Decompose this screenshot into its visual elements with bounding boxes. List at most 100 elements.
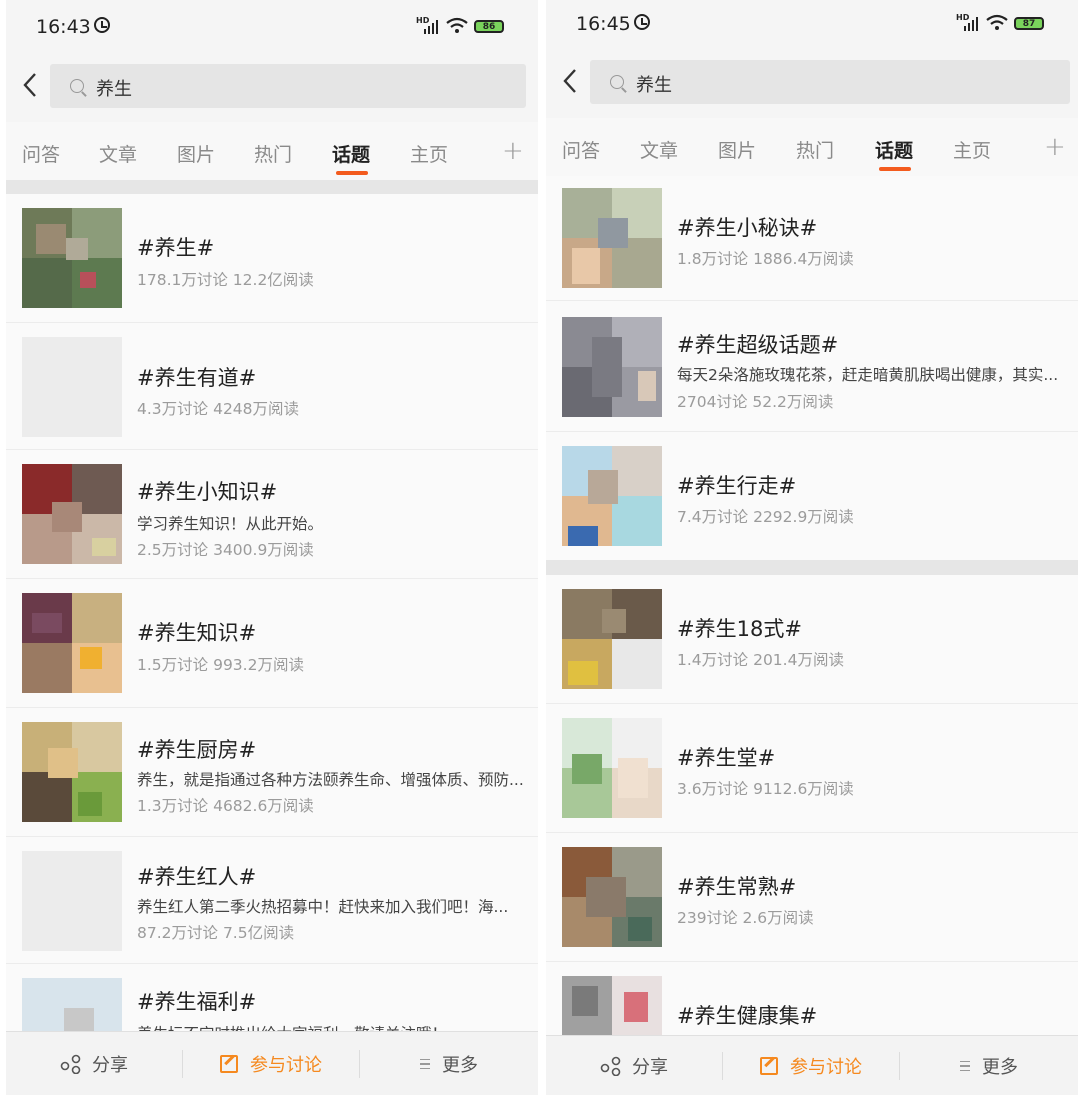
search-query: 养生: [636, 75, 672, 96]
more-label: 更多: [442, 1055, 478, 1076]
share-button[interactable]: 分享: [6, 1032, 182, 1095]
topic-title: #养生超级话题#: [677, 333, 839, 357]
section-divider: [6, 180, 538, 194]
topic-item[interactable]: #养生福利# 养生坛不定时推出给大家福利，敬请关注哦！: [6, 964, 538, 1043]
add-tab-icon[interactable]: +: [502, 136, 524, 166]
add-tab-icon[interactable]: +: [1044, 132, 1066, 162]
topic-item[interactable]: #养生# 178.1万讨论 12.2亿阅读: [6, 194, 538, 322]
topic-title: #养生行走#: [677, 474, 797, 498]
topic-thumbnail: [22, 464, 122, 564]
topic-thumbnail: [22, 851, 122, 951]
topic-stats: 3.6万讨论 9112.6万阅读: [677, 780, 854, 798]
edit-icon: [220, 1055, 238, 1073]
topic-item[interactable]: #养生18式# 1.4万讨论 201.4万阅读: [546, 575, 1078, 703]
search-icon: [70, 79, 84, 93]
topic-title: #养生有道#: [137, 366, 257, 390]
share-button[interactable]: 分享: [546, 1036, 722, 1095]
back-arrow-icon[interactable]: [20, 70, 40, 100]
topic-thumbnail: [562, 589, 662, 689]
tab-hot[interactable]: 热门: [254, 140, 292, 167]
topic-title: #养生健康集#: [677, 1004, 818, 1028]
topic-item[interactable]: #养生堂# 3.6万讨论 9112.6万阅读: [546, 704, 1078, 832]
more-label: 更多: [982, 1057, 1018, 1078]
topic-item[interactable]: #养生厨房# 养生，就是指通过各种方法颐养生命、增强体质、预防... 1.3万讨…: [6, 708, 538, 836]
signal-icon: [424, 20, 438, 34]
topic-item[interactable]: #养生小知识# 学习养生知识！从此开始。 2.5万讨论 3400.9万阅读: [6, 450, 538, 578]
search-header: 养生: [6, 56, 538, 122]
topic-item[interactable]: #养生超级话题# 每天2朵洛施玫瑰花茶，赶走暗黄肌肤喝出健康，其实... 270…: [546, 301, 1078, 431]
topic-thumbnail: [22, 208, 122, 308]
active-tab-indicator: [336, 171, 368, 175]
topic-item[interactable]: #养生健康集#: [546, 962, 1078, 1035]
discuss-label: 参与讨论: [790, 1057, 862, 1078]
bottom-toolbar: 分享 参与讨论 更多: [6, 1031, 538, 1095]
discuss-button[interactable]: 参与讨论: [183, 1032, 359, 1095]
topic-item[interactable]: #养生常熟# 239讨论 2.6万阅读: [546, 833, 1078, 961]
tab-qa[interactable]: 问答: [562, 136, 600, 163]
search-header: 养生: [546, 52, 1078, 118]
topic-item[interactable]: #养生行走# 7.4万讨论 2292.9万阅读: [546, 432, 1078, 560]
tab-topics[interactable]: 话题: [875, 136, 913, 163]
topic-description: 养生红人第二季火热招募中！赶快来加入我们吧！海...: [137, 898, 509, 916]
search-query: 养生: [96, 79, 132, 100]
search-input[interactable]: 养生: [50, 64, 526, 108]
topic-thumbnail: [22, 978, 122, 1031]
topic-title: #养生红人#: [137, 865, 257, 889]
tab-homepage[interactable]: 主页: [953, 136, 991, 163]
topic-thumbnail: [562, 718, 662, 818]
alarm-icon: [634, 14, 650, 30]
more-icon: [420, 1059, 430, 1069]
discuss-label: 参与讨论: [250, 1055, 322, 1076]
status-bar: 16:45 HD 87: [546, 0, 1078, 56]
topic-title: #养生小知识#: [137, 480, 278, 504]
topic-stats: 239讨论 2.6万阅读: [677, 909, 814, 927]
section-divider: [546, 560, 1078, 575]
share-icon: [600, 1056, 621, 1076]
topic-thumbnail: [22, 722, 122, 822]
topic-stats: 178.1万讨论 12.2亿阅读: [137, 271, 314, 289]
tab-images[interactable]: 图片: [177, 140, 215, 167]
tab-articles[interactable]: 文章: [99, 140, 137, 167]
tab-images[interactable]: 图片: [718, 136, 756, 163]
tab-qa[interactable]: 问答: [22, 140, 60, 167]
topic-thumbnail: [22, 593, 122, 693]
tab-bar: 问答 文章 图片 热门 话题 主页 +: [6, 122, 538, 180]
discuss-button[interactable]: 参与讨论: [723, 1036, 899, 1095]
topic-item[interactable]: #养生红人# 养生红人第二季火热招募中！赶快来加入我们吧！海... 87.2万讨…: [6, 837, 538, 963]
topic-thumbnail: [562, 188, 662, 288]
signal-icon: [964, 17, 978, 31]
topic-title: #养生18式#: [677, 617, 802, 641]
topic-stats: 1.5万讨论 993.2万阅读: [137, 656, 304, 674]
topic-thumbnail: [562, 976, 662, 1035]
topic-stats: 2.5万讨论 3400.9万阅读: [137, 541, 314, 559]
topic-item[interactable]: #养生有道# 4.3万讨论 4248万阅读: [6, 323, 538, 449]
topic-description: 养生，就是指通过各种方法颐养生命、增强体质、预防...: [137, 771, 524, 789]
topic-item[interactable]: #养生小秘诀# 1.8万讨论 1886.4万阅读: [546, 176, 1078, 300]
topic-thumbnail: [562, 446, 662, 546]
active-tab-indicator: [879, 167, 911, 171]
status-time: 16:45: [576, 13, 631, 35]
topic-stats: 7.4万讨论 2292.9万阅读: [677, 508, 854, 526]
more-button[interactable]: 更多: [360, 1032, 538, 1095]
wifi-icon: [986, 14, 1008, 30]
status-bar: 16:43 HD 86: [6, 0, 538, 56]
tab-articles[interactable]: 文章: [640, 136, 678, 163]
back-arrow-icon[interactable]: [560, 66, 580, 96]
topic-title: #养生#: [137, 236, 215, 260]
tab-topics[interactable]: 话题: [332, 140, 370, 167]
more-icon: [960, 1061, 970, 1071]
topic-thumbnail: [562, 317, 662, 417]
more-button[interactable]: 更多: [900, 1036, 1078, 1095]
search-input[interactable]: 养生: [590, 60, 1070, 104]
screen-right: 16:45 HD 87 养生 问答 文章 图片 热门 话题 主页 + #养生小秘…: [546, 0, 1078, 1095]
alarm-icon: [94, 17, 110, 33]
tab-homepage[interactable]: 主页: [410, 140, 448, 167]
topic-title: #养生堂#: [677, 746, 776, 770]
topic-description: 每天2朵洛施玫瑰花茶，赶走暗黄肌肤喝出健康，其实...: [677, 366, 1059, 384]
topic-item[interactable]: #养生知识# 1.5万讨论 993.2万阅读: [6, 579, 538, 707]
topic-title: #养生福利#: [137, 990, 257, 1014]
topic-title: #养生厨房#: [137, 738, 257, 762]
screen-left: 16:43 HD 86 养生 问答 文章 图片 热门 话题 主页 + #养生# …: [6, 0, 538, 1095]
tab-hot[interactable]: 热门: [796, 136, 834, 163]
topic-stats: 1.4万讨论 201.4万阅读: [677, 651, 844, 669]
